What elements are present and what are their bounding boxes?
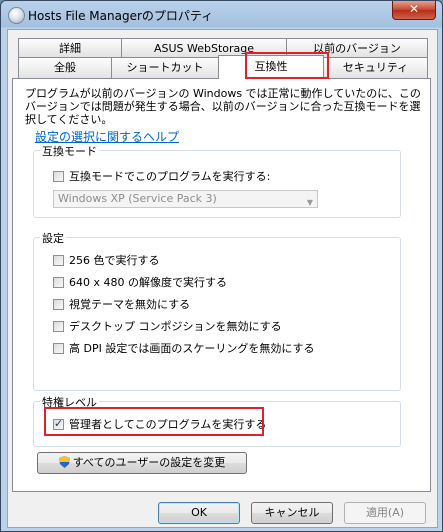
setting-checkbox[interactable] bbox=[53, 277, 64, 288]
setting-label: 高 DPI 設定では画面のスケーリングを無効にする bbox=[69, 342, 315, 355]
description-text: プログラムが以前のバージョンの Windows では正常に動作していたのに、この… bbox=[25, 87, 421, 126]
setting-checkbox[interactable] bbox=[53, 255, 64, 266]
uac-shield-icon bbox=[58, 456, 70, 468]
title-bar[interactable]: Hosts File Managerのプロパティ ✕ bbox=[1, 1, 442, 29]
os-select[interactable]: Windows XP (Service Pack 3) ▼ bbox=[53, 190, 318, 208]
tab-details[interactable]: 詳細 bbox=[18, 38, 122, 57]
properties-window: Hosts File Managerのプロパティ ✕ 詳細 ASUS WebSt… bbox=[0, 0, 443, 532]
tab-security[interactable]: セキュリティ bbox=[323, 57, 428, 79]
change-all-users-button[interactable]: すべてのユーザーの設定を変更 bbox=[37, 452, 247, 474]
run-as-admin-row[interactable]: 管理者としてこのプログラムを実行する bbox=[53, 417, 353, 432]
setting-disable-desktop-composition[interactable]: デスクトップ コンポジションを無効にする bbox=[53, 320, 373, 334]
run-as-admin-label: 管理者としてこのプログラムを実行する bbox=[69, 418, 267, 431]
apply-button[interactable]: 適用(A) bbox=[344, 502, 426, 524]
tab-compatibility[interactable]: 互換性 bbox=[218, 55, 324, 79]
compatibility-panel: プログラムが以前のバージョンの Windows では正常に動作していたのに、この… bbox=[12, 78, 431, 492]
setting-label: デスクトップ コンポジションを無効にする bbox=[69, 320, 282, 333]
ok-button[interactable]: OK bbox=[158, 502, 240, 524]
close-button[interactable]: ✕ bbox=[392, 1, 436, 20]
setting-label: 640 x 480 の解像度で実行する bbox=[69, 276, 227, 289]
setting-640x480[interactable]: 640 x 480 の解像度で実行する bbox=[53, 276, 373, 290]
setting-disable-dpi-scaling[interactable]: 高 DPI 設定では画面のスケーリングを無効にする bbox=[53, 342, 393, 356]
setting-256-colors[interactable]: 256 色で実行する bbox=[53, 254, 373, 268]
dialog-client: 詳細 ASUS WebStorage 以前のバージョン 全般 ショートカット 互… bbox=[7, 29, 438, 528]
compat-mode-checkbox-row[interactable]: 互換モードでこのプログラムを実行する: bbox=[53, 170, 353, 184]
settings-group-label: 設定 bbox=[40, 230, 66, 246]
setting-checkbox[interactable] bbox=[53, 299, 64, 310]
app-icon bbox=[8, 7, 25, 24]
cancel-button[interactable]: キャンセル bbox=[251, 502, 333, 524]
tab-shortcut[interactable]: ショートカット bbox=[111, 57, 219, 79]
compat-mode-group-label: 互換モード bbox=[40, 143, 99, 159]
setting-label: 視覚テーマを無効にする bbox=[69, 298, 191, 311]
compat-mode-checkbox-label: 互換モードでこのプログラムを実行する: bbox=[69, 170, 271, 183]
setting-disable-visual-themes[interactable]: 視覚テーマを無効にする bbox=[53, 298, 373, 312]
tab-general[interactable]: 全般 bbox=[18, 57, 112, 79]
privilege-group-label: 特権レベル bbox=[40, 394, 99, 410]
window-title: Hosts File Managerのプロパティ bbox=[28, 9, 214, 23]
change-all-users-label: すべてのユーザーの設定を変更 bbox=[72, 456, 226, 469]
compat-mode-checkbox[interactable] bbox=[53, 171, 64, 182]
settings-group: 設定 256 色で実行する 640 x 480 の解像度で実行する 視覚テーマを… bbox=[33, 230, 401, 391]
privilege-group: 特権レベル 管理者としてこのプログラムを実行する bbox=[33, 394, 401, 447]
setting-checkbox[interactable] bbox=[53, 343, 64, 354]
setting-label: 256 色で実行する bbox=[69, 254, 160, 267]
compat-mode-group: 互換モード 互換モードでこのプログラムを実行する: Windows XP (Se… bbox=[33, 143, 401, 218]
setting-checkbox[interactable] bbox=[53, 321, 64, 332]
chevron-down-icon: ▼ bbox=[306, 198, 313, 207]
run-as-admin-checkbox[interactable] bbox=[53, 417, 64, 430]
os-select-value: Windows XP (Service Pack 3) bbox=[58, 192, 217, 205]
